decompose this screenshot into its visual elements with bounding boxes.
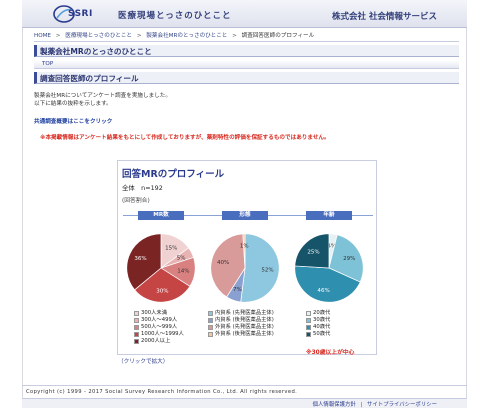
footer-bar: 個人情報保護方針 | サイトプライバシーポリシー bbox=[22, 398, 467, 408]
legend-item: 300人未満 bbox=[134, 310, 184, 317]
sample-size: 全体 n=192 bbox=[122, 184, 163, 192]
legend-item: 外資系 (先発医薬品主体) bbox=[208, 324, 274, 331]
pie-chart-age: 4%29%46%25% bbox=[294, 233, 364, 303]
legend-item: 50歳代 bbox=[306, 331, 330, 338]
legend-item: 20歳代 bbox=[306, 310, 330, 317]
intro-line: 製薬会社MRについてアンケート調査を実施しました。 bbox=[34, 93, 171, 99]
legend-label: 外資系 (後発医薬品主体) bbox=[215, 331, 274, 337]
legend-swatch bbox=[306, 318, 311, 323]
legend-item: 2000人以上 bbox=[134, 338, 184, 345]
legend-swatch bbox=[306, 325, 311, 330]
pie-value-label: 52% bbox=[261, 267, 273, 273]
disclaimer-notice: ※本掲載情報はアンケート結果をもとにして作成しておりますが、薬剤特性の評価を保証… bbox=[40, 135, 330, 141]
chart-title-type: 形態 bbox=[222, 211, 268, 220]
legend-label: 内資系 (先発医薬品主体) bbox=[215, 310, 274, 316]
legend-swatch bbox=[134, 332, 139, 337]
legend-item: 30歳代 bbox=[306, 317, 330, 324]
footer-divider bbox=[22, 385, 467, 386]
section-heading-profile-text: 調査回答医師のプロフィール bbox=[40, 74, 139, 83]
breadcrumb-separator: > bbox=[232, 33, 237, 39]
legend-swatch bbox=[306, 332, 311, 337]
footer-separator: | bbox=[360, 402, 363, 408]
company-name[interactable]: 株式会社 社会情報サービス bbox=[332, 10, 437, 22]
section-heading-profile: 調査回答医師のプロフィール bbox=[34, 72, 459, 84]
pie-value-label: 7% bbox=[233, 287, 242, 293]
intro-line: 以下に結果の抜粋を示します。 bbox=[34, 101, 112, 107]
legend-mr-count: 300人未満 300人〜499人 500人〜999人 1000人〜1999人 2000人… bbox=[134, 310, 184, 345]
pie-value-label: 14% bbox=[177, 269, 189, 275]
legend-swatch bbox=[134, 325, 139, 330]
legend-item: 300人〜499人 bbox=[134, 317, 184, 324]
breadcrumb-separator: > bbox=[55, 33, 61, 39]
legend-label: 内資系 (後発医薬品主体) bbox=[215, 317, 274, 323]
section-heading-main: 製薬会社MRのとっさのひとこと bbox=[34, 45, 459, 57]
legend-item: 内資系 (後発医薬品主体) bbox=[208, 317, 274, 324]
legend-label: 2000人以上 bbox=[141, 338, 171, 344]
legend-label: 500人〜999人 bbox=[141, 324, 178, 330]
legend-item: 500人〜999人 bbox=[134, 324, 184, 331]
breadcrumb-current: 調査回答医師のプロフィール bbox=[241, 33, 315, 39]
copyright-text: Copyright (c) 1999 - 2017 Social Survey … bbox=[26, 389, 298, 395]
legend-label: 1000人〜1999人 bbox=[141, 331, 184, 337]
logo-text[interactable]: SSRI bbox=[68, 9, 93, 19]
pie-value-label: 36% bbox=[134, 256, 146, 262]
breadcrumb-home[interactable]: HOME bbox=[34, 33, 51, 39]
legend-item: 40歳代 bbox=[306, 324, 330, 331]
chart-title-mr-count: MR数 bbox=[138, 211, 184, 220]
site-header: SSRI 医療現場とっさのひとこと 株式会社 社会情報サービス bbox=[22, 0, 467, 28]
legend-swatch bbox=[134, 318, 139, 323]
age-highlight-note: ※30歳以上が中心 bbox=[306, 350, 355, 356]
pie-chart-type: 52% 7% 40% 1% bbox=[210, 233, 280, 303]
pie-value-label: 15% bbox=[165, 246, 177, 252]
legend-label: 20歳代 bbox=[313, 310, 331, 316]
legend-swatch bbox=[208, 332, 213, 337]
legend-age: 20歳代 30歳代 40歳代 50歳代 bbox=[306, 310, 330, 338]
legend-label: 300人未満 bbox=[141, 310, 168, 316]
pie-value-label: 1% bbox=[240, 243, 249, 249]
site-title[interactable]: 医療現場とっさのひとこと bbox=[118, 9, 232, 21]
section-heading-main-text: 製薬会社MRのとっさのひとこと bbox=[40, 47, 152, 56]
top-link[interactable]: TOP bbox=[42, 61, 53, 67]
legend-item: 1000人〜1999人 bbox=[134, 331, 184, 338]
breadcrumb: HOME > 医療現場とっさのひとこと > 製薬会社MRのとっさのひとこと > … bbox=[34, 31, 314, 39]
card-title: 回答MRのプロフィール bbox=[122, 169, 225, 180]
card-note: (回答割合) bbox=[122, 198, 150, 204]
legend-label: 300人〜499人 bbox=[141, 317, 178, 323]
divider bbox=[34, 41, 459, 42]
site-privacy-link[interactable]: サイトプライバシーポリシー bbox=[367, 402, 437, 408]
legend-swatch bbox=[306, 311, 311, 316]
pie-value-label: 40% bbox=[217, 260, 229, 266]
top-link-bar[interactable]: TOP bbox=[34, 60, 459, 69]
legend-item: 外資系 (後発医薬品主体) bbox=[208, 331, 274, 338]
breadcrumb-category[interactable]: 医療現場とっさのひとこと bbox=[65, 33, 132, 39]
legend-item: 内資系 (先発医薬品主体) bbox=[208, 310, 274, 317]
profile-chart-card[interactable]: 回答MRのプロフィール 全体 n=192 (回答割合) MR数 形態 年齢 15… bbox=[117, 160, 377, 356]
legend-type: 内資系 (先発医薬品主体) 内資系 (後発医薬品主体) 外資系 (先発医薬品主体) 外… bbox=[208, 310, 274, 338]
chart-title-age: 年齢 bbox=[306, 211, 352, 220]
privacy-policy-link[interactable]: 個人情報保護方針 bbox=[313, 402, 356, 408]
legend-label: 30歳代 bbox=[313, 317, 331, 323]
breadcrumb-section[interactable]: 製薬会社MRのとっさのひとこと bbox=[146, 33, 227, 39]
pie-value-label: 46% bbox=[317, 288, 329, 294]
enlarge-link[interactable]: （クリックで拡大） bbox=[118, 357, 168, 365]
pie-value-label: 25% bbox=[307, 249, 319, 255]
intro-text: 製薬会社MRについてアンケート調査を実施しました。 以下に結果の抜粋を示します。 bbox=[34, 92, 171, 108]
pie-value-label: 29% bbox=[343, 256, 355, 262]
legend-label: 外資系 (先発医薬品主体) bbox=[215, 324, 274, 330]
breadcrumb-separator: > bbox=[136, 33, 142, 39]
legend-swatch bbox=[208, 311, 213, 316]
legend-swatch bbox=[134, 339, 139, 344]
legend-swatch bbox=[208, 325, 213, 330]
footer-links: 個人情報保護方針 | サイトプライバシーポリシー bbox=[313, 400, 437, 408]
pie-chart-mr-count: 15%5%14%30%36% bbox=[126, 233, 196, 303]
survey-overview-link[interactable]: 共通調査概要はここをクリック bbox=[34, 117, 112, 125]
legend-swatch bbox=[134, 311, 139, 316]
legend-label: 40歳代 bbox=[313, 324, 331, 330]
pie-value-label: 30% bbox=[156, 288, 168, 294]
legend-swatch bbox=[208, 318, 213, 323]
legend-label: 50歳代 bbox=[313, 331, 331, 337]
